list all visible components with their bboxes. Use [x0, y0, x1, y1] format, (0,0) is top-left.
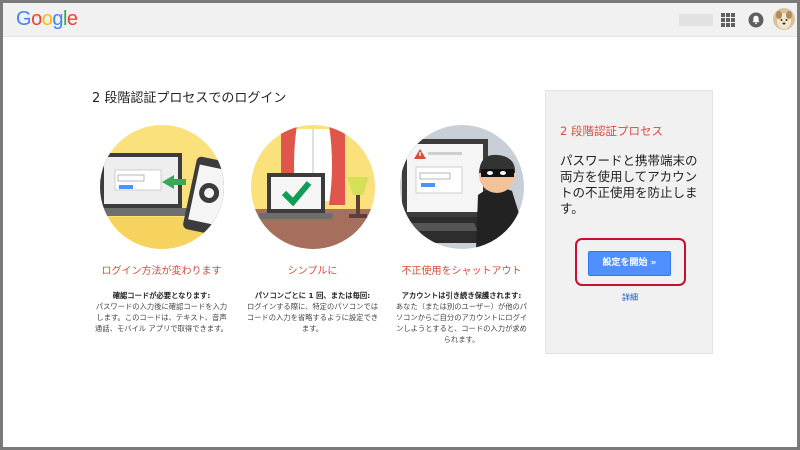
google-logo[interactable]: Google — [16, 8, 78, 31]
browser-frame: Google 2 段階認証プロセスでのログイン ログイン方法が変わります 確認コ… — [3, 3, 797, 447]
panel-title: 2 段階認証プロセス — [560, 124, 663, 138]
laptop-checkmark-illustration — [250, 125, 375, 249]
apps-grid-icon[interactable] — [721, 13, 735, 27]
bell-icon[interactable] — [748, 12, 764, 28]
setup-panel: 2 段階認証プロセス パスワードと携帯端末の両方を使用してアカウントの不正使用を… — [545, 90, 713, 354]
feature-title: ログイン方法が変わります — [101, 266, 222, 277]
account-name-blurred[interactable] — [679, 14, 713, 26]
feature-desc-text: あなた（または別のユーザー）が他のパソコンからご自分のアカウントにログインしよう… — [395, 302, 528, 344]
feature-block-misuse: 不正使用をシャットアウト アカウントは引き続き保護されます: あなた（または別の… — [394, 125, 529, 345]
top-bar: Google — [3, 3, 797, 37]
start-setup-button[interactable]: 設定を開始 » — [588, 251, 671, 276]
thief-illustration — [399, 125, 524, 249]
feature-description: アカウントは引き続き保護されます: あなた（または別のユーザー）が他のパソコンか… — [394, 290, 529, 345]
feature-desc-bold: アカウントは引き続き保護されます: — [401, 291, 522, 300]
feature-description: 確認コードが必要となります: パスワードの入力後に確認コードを入力します。このコ… — [94, 290, 229, 334]
feature-title: 不正使用をシャットアウト — [401, 266, 522, 277]
page-title: 2 段階認証プロセスでのログイン — [92, 91, 287, 106]
feature-desc-bold: 確認コードが必要となります: — [112, 291, 211, 300]
feature-title: シンプルに — [287, 266, 338, 277]
laptop-phone-illustration — [99, 125, 224, 249]
panel-description: パスワードと携帯端末の両方を使用してアカウントの不正使用を防止します。 — [560, 153, 698, 216]
feature-desc-text: ログインする際に、特定のパソコンではコードの入力を省略するように設定できます。 — [246, 302, 379, 333]
feature-description: パソコンごとに 1 回、または毎回: ログインする際に、特定のパソコンではコード… — [245, 290, 380, 334]
feature-simple: シンプルに パソコンごとに 1 回、または毎回: ログインする際に、特定のパソコ… — [245, 125, 380, 334]
feature-login-method: ログイン方法が変わります 確認コードが必要となります: パスワードの入力後に確認… — [94, 125, 229, 334]
details-link[interactable]: 詳細 — [546, 292, 714, 303]
avatar[interactable] — [773, 8, 795, 30]
feature-desc-bold: パソコンごとに 1 回、または毎回: — [254, 291, 371, 300]
feature-desc-text: パスワードの入力後に確認コードを入力します。このコードは、テキスト、音声通話、モ… — [95, 302, 228, 333]
